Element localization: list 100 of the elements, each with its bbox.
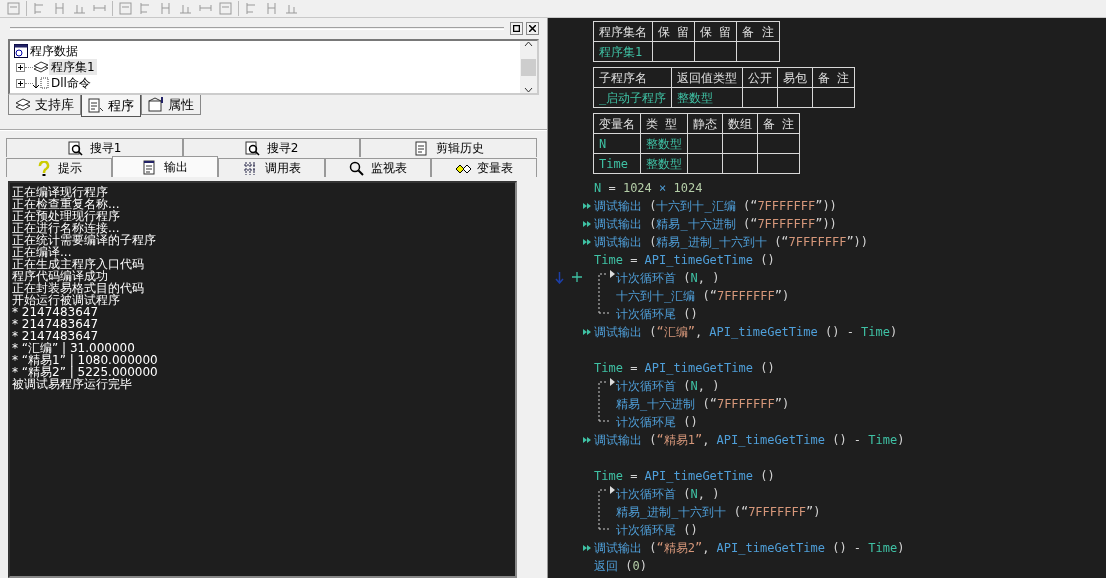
output-line: * 2147483647 <box>12 330 100 342</box>
tab[interactable]: 输出 <box>112 156 219 177</box>
tree-item[interactable]: 程序集1 <box>49 59 97 75</box>
restore-button[interactable] <box>510 21 523 35</box>
code-line: Time = API_timeGetTime () <box>594 361 775 375</box>
output-line: 程序代码编译成功 <box>12 270 108 282</box>
output-line: 正在进行名称连接... <box>12 222 120 234</box>
panel-tab[interactable]: 属性 <box>141 95 201 115</box>
table-cell: 整数型 <box>671 87 743 108</box>
book-stack-icon <box>33 60 49 74</box>
column-header: 备 注 <box>812 67 855 88</box>
code-line: 精易_进制_十六到十 (“7FFFFFFF”) <box>616 505 821 519</box>
output-line: 正在检查重复名称... <box>12 198 121 210</box>
program-data-icon <box>14 44 28 58</box>
document-icon <box>88 98 104 113</box>
loop-bracket-icon <box>596 485 616 533</box>
document-icon <box>413 140 430 156</box>
tree-item[interactable]: Dll命令 <box>49 75 93 91</box>
table-cell: Time <box>593 153 641 174</box>
column-header: 数组 <box>722 113 758 134</box>
column-header: 保 留 <box>652 21 695 42</box>
scroll-down-icon[interactable] <box>524 87 533 93</box>
code-line: 十六到十_汇编 (“7FFFFFFF”) <box>616 289 790 303</box>
code-line: 调试输出 (“精易2”, API_timeGetTime () - Time) <box>594 541 905 555</box>
column-header: 静态 <box>687 113 723 134</box>
table-cell: N <box>593 133 641 154</box>
code-line: 返回 (0) <box>594 559 647 573</box>
tab[interactable]: 变量表 <box>430 158 537 177</box>
column-header: 程序集名 <box>593 21 653 42</box>
column-header: 保 留 <box>694 21 737 42</box>
code-line: 调试输出 (十六到十_汇编 (“7FFFFFFF”)) <box>594 199 837 213</box>
output-line: 正在统计需要编译的子程序 <box>12 234 157 246</box>
code-line: 计次循环尾 () <box>616 523 698 537</box>
code-line: 精易_十六进制 (“7FFFFFFF”) <box>616 397 790 411</box>
scroll-up-icon[interactable] <box>524 41 533 47</box>
search-icon <box>348 160 365 176</box>
output-line: * 2147483647 <box>12 318 100 330</box>
tab[interactable]: 搜寻2 <box>183 138 360 157</box>
code-line: 调试输出 (“精易1”, API_timeGetTime () - Time) <box>594 433 905 447</box>
output-line: 正在编译现行程序 <box>12 186 109 198</box>
run-arrow-icon <box>583 220 591 228</box>
column-header: 易包 <box>777 67 813 88</box>
output-line: * “汇编” | 31.000000 <box>12 342 136 354</box>
column-header: 变量名 <box>593 113 641 134</box>
code-line: 计次循环首 (N, ) <box>616 271 720 285</box>
column-header: 子程序名 <box>593 67 672 88</box>
code-line: 调试输出 (“汇编”, API_timeGetTime () - Time) <box>594 325 898 339</box>
tab[interactable]: 监视表 <box>324 158 431 177</box>
code-line: N = 1024 × 1024 <box>594 181 703 195</box>
tab[interactable]: 提示 <box>6 158 113 177</box>
loop-bracket-icon <box>596 269 616 317</box>
column-header: 备 注 <box>757 113 800 134</box>
code-line: 计次循环尾 () <box>616 307 698 321</box>
column-header: 公开 <box>742 67 778 88</box>
tab[interactable]: 搜寻1 <box>6 138 183 157</box>
run-arrow-icon <box>583 436 591 444</box>
restore-icon <box>513 24 520 32</box>
scroll-thumb[interactable] <box>521 58 536 76</box>
column-header: 备 注 <box>736 21 780 42</box>
table-cell: 程序集1 <box>593 41 653 62</box>
output-line: * 2147483647 <box>12 306 99 318</box>
tree-item[interactable]: 程序数据 <box>28 43 80 59</box>
expand-icon[interactable] <box>16 78 25 88</box>
table-cell: 整数型 <box>640 133 688 154</box>
plus-icon <box>572 272 582 282</box>
properties-icon <box>148 97 164 112</box>
close-button[interactable] <box>526 21 539 35</box>
output-line: * “精易2” | 5225.000000 <box>12 366 159 378</box>
table-cell: _启动子程序 <box>593 87 672 108</box>
form-icon[interactable] <box>6 1 21 16</box>
code-line: Time = API_timeGetTime () <box>594 253 775 267</box>
column-header: 返回值类型 <box>671 67 743 88</box>
dll-command-icon <box>33 76 49 90</box>
output-line: 正在封装易格式目的代码 <box>12 282 145 294</box>
code-line: Time = API_timeGetTime () <box>594 469 775 483</box>
run-arrow-icon <box>583 238 591 246</box>
output-line: 正在生成主程序入口代码 <box>12 258 145 270</box>
code-line: 计次循环尾 () <box>616 415 698 429</box>
search-icon <box>67 140 84 156</box>
run-arrow-icon <box>583 544 591 552</box>
code-line: 计次循环首 (N, ) <box>616 379 720 393</box>
code-line: 调试输出 (精易_进制_十六到十 (“7FFFFFFF”)) <box>594 235 869 249</box>
table-cell: 整数型 <box>640 153 688 174</box>
output-line: 正在编译... <box>12 246 72 258</box>
column-header: 类 型 <box>640 113 688 134</box>
tab[interactable]: 调用表 <box>218 158 325 177</box>
run-arrow-icon <box>583 202 591 210</box>
output-line: * “精易1” | 1080.000000 <box>12 354 159 366</box>
code-line: 计次循环首 (N, ) <box>616 487 720 501</box>
search-icon <box>244 140 261 156</box>
panel-tab[interactable]: 支持库 <box>8 95 81 115</box>
close-icon <box>529 24 536 32</box>
output-line: 被调试易程序运行完毕 <box>12 378 133 390</box>
run-arrow-icon <box>583 328 591 336</box>
loop-bracket-icon <box>596 377 616 425</box>
code-line: 调试输出 (精易_十六进制 (“7FFFFFFF”)) <box>594 217 837 231</box>
output-line: 开始运行被调试程序 <box>12 294 120 306</box>
tab[interactable]: 剪辑历史 <box>360 138 537 157</box>
expand-icon[interactable] <box>16 62 25 72</box>
panel-tab[interactable]: 程序 <box>81 95 141 117</box>
